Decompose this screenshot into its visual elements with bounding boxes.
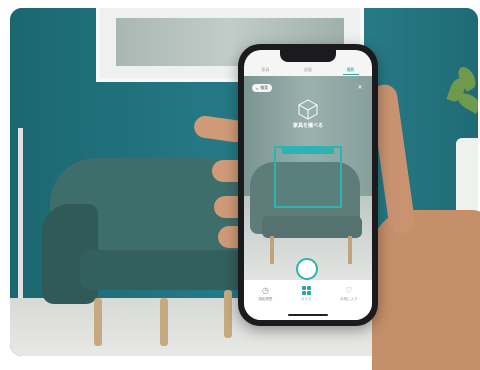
phone-screen: 家具 部屋 撮影 ⌕ 検索 ✕ 家具を撮べる ◷ 撮影履歴 カメラ ♡ お気に入… (244, 50, 372, 320)
grid-icon (301, 286, 311, 295)
armchair-leg (94, 298, 102, 346)
tab-camera[interactable]: 撮影 (342, 66, 359, 75)
search-icon: ⌕ (256, 85, 259, 91)
nav-item-favorites[interactable]: ♡ お気に入り (340, 286, 358, 302)
cube-icon (297, 99, 319, 120)
close-button[interactable]: ✕ (356, 84, 364, 92)
nav-label: お気に入り (340, 297, 358, 301)
camera-armchair-seat (262, 216, 362, 238)
home-indicator (288, 314, 328, 316)
scan-target-frame (274, 146, 342, 208)
armchair-seat (80, 250, 250, 290)
nav-label: 撮影履歴 (258, 297, 273, 301)
shutter-button[interactable] (296, 258, 318, 280)
nav-item-camera[interactable]: カメラ (300, 286, 312, 302)
camera-armchair-leg (270, 236, 274, 264)
smartphone: 家具 部屋 撮影 ⌕ 検索 ✕ 家具を撮べる ◷ 撮影履歴 カメラ ♡ お気に入… (238, 44, 378, 326)
scan-caption: 家具を撮べる (292, 123, 323, 129)
scan-frame-highlight (282, 146, 334, 154)
search-chip-label: 検索 (260, 85, 269, 90)
nav-item-history[interactable]: ◷ 撮影履歴 (258, 286, 272, 302)
hand (372, 210, 480, 370)
camera-viewfinder[interactable]: ⌕ 検索 ✕ 家具を撮べる (244, 76, 372, 280)
search-chip[interactable]: ⌕ 検索 (252, 84, 273, 92)
phone-notch (280, 50, 336, 62)
tab-furniture[interactable]: 家具 (257, 66, 273, 74)
heart-icon: ♡ (345, 286, 353, 295)
tab-room[interactable]: 部屋 (300, 66, 316, 74)
armchair-leg (160, 298, 168, 346)
close-icon: ✕ (357, 84, 363, 91)
nav-label: カメラ (300, 297, 312, 301)
camera-armchair-leg (348, 236, 352, 264)
top-tab-bar: 家具 部屋 撮影 (244, 64, 372, 76)
armchair-leg (224, 290, 232, 338)
history-icon: ◷ (261, 286, 269, 295)
